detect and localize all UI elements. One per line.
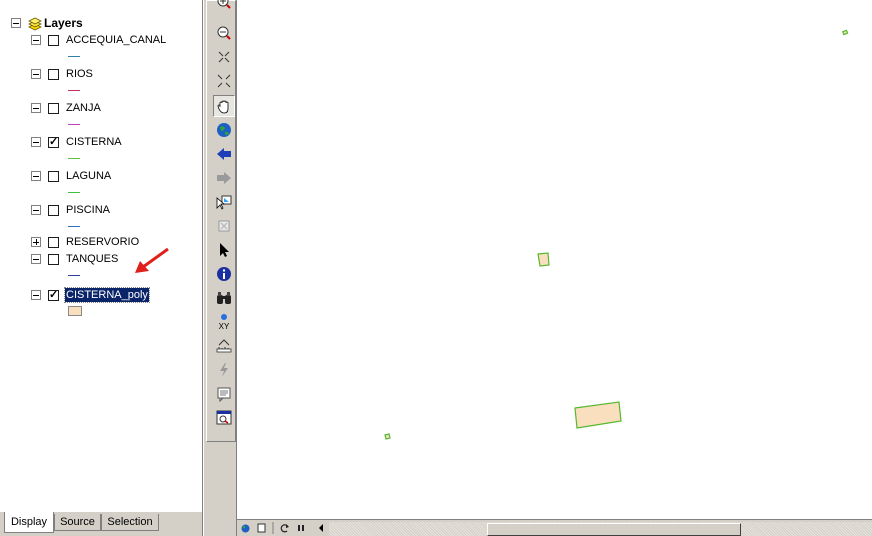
tools-toolbar: XY	[203, 0, 237, 536]
layer-row[interactable]: RIOS	[31, 66, 94, 82]
layer-visibility-checkbox[interactable]	[48, 34, 59, 46]
layer-row[interactable]: RESERVORIO	[31, 234, 140, 250]
horizontal-scroll-track[interactable]	[329, 522, 872, 536]
identify-icon[interactable]	[213, 263, 235, 285]
layer-visibility-checkbox[interactable]	[48, 204, 59, 216]
layer-name[interactable]: TANQUES	[65, 252, 119, 266]
layer-symbol-line[interactable]	[68, 90, 80, 91]
layer-symbol-line[interactable]	[68, 226, 80, 227]
fixed-zoom-in-icon[interactable]	[213, 46, 235, 68]
layer-name[interactable]: RIOS	[65, 67, 94, 81]
go-to-xy-icon[interactable]: XY	[213, 311, 235, 333]
horizontal-scroll-thumb[interactable]	[487, 523, 741, 536]
map-feature-square[interactable]	[537, 252, 550, 267]
collapse-toggle[interactable]	[31, 205, 41, 215]
full-extent-icon[interactable]	[213, 119, 235, 141]
layer-symbol-line[interactable]	[68, 192, 80, 193]
measure-icon[interactable]	[213, 335, 235, 357]
layer-row[interactable]: TANQUES	[31, 251, 119, 267]
hyperlink-icon[interactable]	[213, 359, 235, 381]
globe-icon[interactable]	[237, 522, 253, 535]
layer-name[interactable]: ZANJA	[65, 101, 102, 115]
collapse-toggle[interactable]	[31, 103, 41, 113]
layer-visibility-checkbox[interactable]	[48, 170, 59, 182]
layer-symbol-line[interactable]	[68, 158, 80, 159]
layer-symbol-line[interactable]	[68, 56, 80, 57]
tab-display[interactable]: Display	[4, 512, 54, 533]
back-extent-icon[interactable]	[213, 143, 235, 165]
toolbar-panel: XY	[206, 0, 236, 442]
layer-name[interactable]: CISTERNA_poly	[64, 287, 150, 303]
tab-source[interactable]: Source	[54, 514, 101, 531]
clear-selection-icon[interactable]	[213, 215, 235, 237]
tab-selection[interactable]: Selection	[101, 514, 159, 531]
layer-row[interactable]: LAGUNA	[31, 168, 112, 184]
refresh-icon[interactable]	[277, 522, 293, 535]
layer-visibility-checkbox[interactable]	[48, 135, 59, 149]
zoom-out-icon[interactable]	[213, 22, 235, 44]
collapse-toggle[interactable]	[31, 69, 41, 79]
collapse-toggle[interactable]	[31, 254, 41, 264]
layer-name[interactable]: ACCEQUIA_CANAL	[65, 33, 167, 47]
magnifier-window-icon[interactable]	[213, 407, 235, 429]
html-popup-icon[interactable]	[213, 383, 235, 405]
collapse-toggle[interactable]	[11, 18, 21, 28]
svg-text:XY: XY	[219, 322, 230, 331]
layers-root[interactable]: Layers	[11, 15, 83, 31]
table-of-contents: Layers ACCEQUIA_CANAL RIOS ZANJA CISTERNA LA…	[0, 0, 203, 512]
layer-visibility-checkbox[interactable]	[48, 288, 59, 302]
collapse-toggle[interactable]	[31, 35, 41, 45]
layer-row[interactable]: ACCEQUIA_CANAL	[31, 32, 167, 48]
annotation-arrow-icon	[135, 247, 169, 273]
layer-row[interactable]: ZANJA	[31, 100, 102, 116]
map-feature-rectangle[interactable]	[574, 401, 622, 429]
layer-name[interactable]: LAGUNA	[65, 169, 112, 183]
map-display[interactable]	[237, 0, 872, 519]
layer-visibility-checkbox[interactable]	[48, 236, 59, 248]
map-feature-small-sw[interactable]	[384, 433, 391, 440]
pause-icon[interactable]	[293, 522, 309, 535]
scroll-left-icon[interactable]	[313, 522, 329, 535]
collapse-toggle[interactable]	[31, 171, 41, 181]
forward-extent-icon[interactable]	[213, 167, 235, 189]
layer-symbol-polygon[interactable]	[68, 306, 82, 316]
select-elements-icon[interactable]	[213, 239, 235, 261]
layer-name[interactable]: CISTERNA	[65, 135, 123, 149]
layer-name[interactable]: PISCINA	[65, 203, 111, 217]
layer-row[interactable]: PISCINA	[31, 202, 111, 218]
toc-tabs: Display Source Selection	[0, 512, 203, 536]
collapse-toggle[interactable]	[31, 290, 41, 300]
layer-visibility-checkbox[interactable]	[48, 253, 59, 265]
layout-view-icon[interactable]	[253, 522, 269, 535]
layers-title: Layers	[44, 16, 83, 30]
layer-row[interactable]: CISTERNA_poly	[31, 287, 150, 303]
find-icon[interactable]	[213, 287, 235, 309]
expand-toggle[interactable]	[31, 237, 41, 247]
layer-visibility-checkbox[interactable]	[48, 102, 59, 114]
separator	[269, 522, 277, 535]
map-feature-small-ne[interactable]	[842, 29, 849, 36]
zoom-in-icon[interactable]	[213, 0, 235, 13]
collapse-toggle[interactable]	[31, 137, 41, 147]
select-features-icon[interactable]	[213, 191, 235, 213]
layer-visibility-checkbox[interactable]	[48, 68, 59, 80]
layer-symbol-line[interactable]	[68, 275, 80, 276]
map-scrollbar	[237, 519, 872, 536]
fixed-zoom-out-icon[interactable]	[213, 70, 235, 92]
map-canvas	[384, 29, 849, 440]
layers-icon	[28, 17, 42, 31]
layer-row[interactable]: CISTERNA	[31, 134, 123, 150]
layer-name[interactable]: RESERVORIO	[65, 235, 140, 249]
pan-icon[interactable]	[213, 95, 235, 117]
layer-symbol-line[interactable]	[68, 124, 80, 125]
